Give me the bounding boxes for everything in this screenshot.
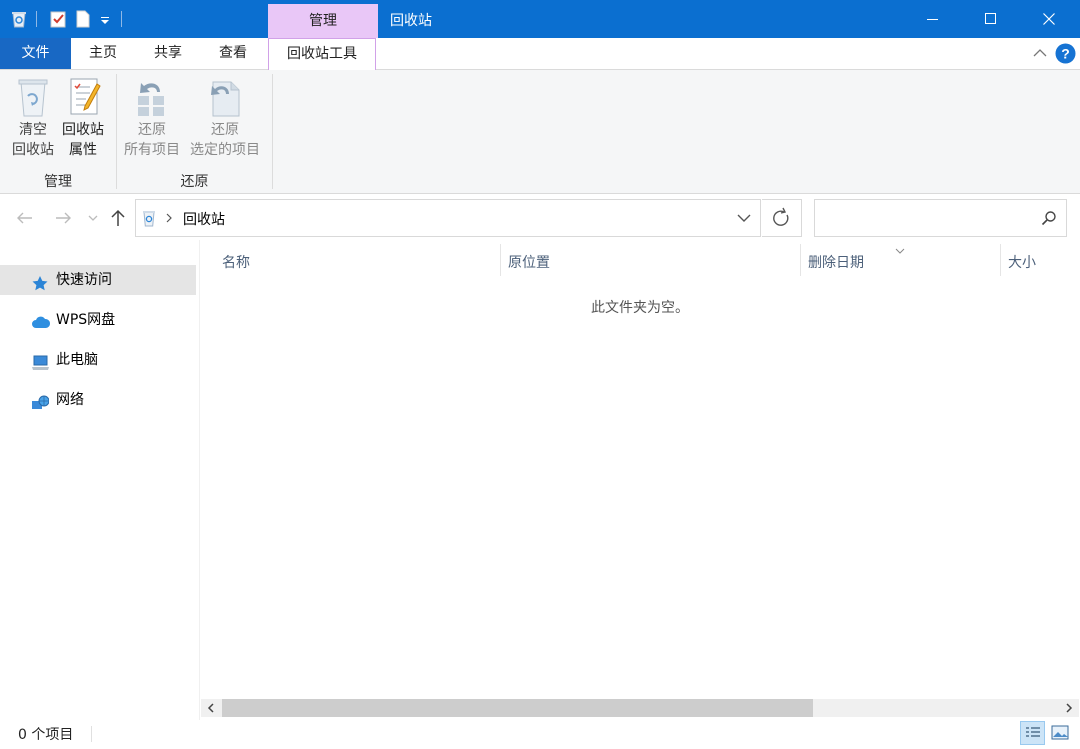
group-label-restore: 还原 bbox=[180, 174, 209, 190]
column-header-original-location[interactable]: 原位置 bbox=[508, 252, 550, 272]
restore-all-items-button[interactable]: 还原 所有项目 bbox=[120, 76, 184, 164]
chevron-down-icon bbox=[88, 215, 98, 221]
status-item-count: 0 个项目 bbox=[18, 727, 74, 743]
empty-recycle-bin-button[interactable]: 清空 回收站 bbox=[6, 76, 60, 164]
back-button[interactable] bbox=[14, 208, 36, 228]
restore-selected-label-2: 选定的项目 bbox=[190, 142, 260, 158]
nav-label-network: 网络 bbox=[56, 392, 84, 408]
context-tab-manage[interactable]: 管理 bbox=[268, 4, 378, 38]
refresh-button[interactable] bbox=[762, 199, 802, 237]
properties-icon bbox=[58, 76, 108, 120]
column-separator[interactable] bbox=[500, 244, 501, 276]
tab-file[interactable]: 文件 bbox=[0, 38, 71, 69]
tab-home[interactable]: 主页 bbox=[78, 38, 128, 69]
minimize-button[interactable] bbox=[904, 0, 962, 38]
large-icons-view-icon bbox=[1051, 725, 1069, 740]
refresh-icon bbox=[773, 207, 789, 226]
recycle-bin-icon[interactable] bbox=[10, 10, 28, 28]
help-icon: ? bbox=[1055, 43, 1076, 64]
address-history-button[interactable] bbox=[728, 200, 760, 236]
search-icon[interactable] bbox=[1041, 210, 1057, 226]
nav-label-quick-access: 快速访问 bbox=[56, 272, 112, 288]
group-label-manage: 管理 bbox=[44, 174, 72, 190]
chevron-down-icon bbox=[737, 214, 751, 222]
nav-item-network[interactable]: 网络 bbox=[0, 385, 196, 415]
customize-toolbar-icon[interactable] bbox=[100, 14, 110, 24]
close-icon bbox=[1043, 13, 1055, 25]
maximize-icon bbox=[985, 13, 996, 24]
chevron-right-icon bbox=[1066, 703, 1073, 713]
recycle-bin-properties-button[interactable]: 回收站 属性 bbox=[58, 76, 108, 164]
details-view-icon bbox=[1026, 727, 1040, 737]
arrow-up-icon bbox=[111, 209, 125, 226]
status-bar bbox=[0, 721, 1080, 749]
new-folder-icon[interactable] bbox=[76, 10, 90, 28]
recycle-bin-icon bbox=[141, 209, 157, 227]
restore-all-label-2: 所有项目 bbox=[124, 142, 180, 158]
empty-recycle-bin-label-2: 回收站 bbox=[12, 142, 54, 158]
arrow-left-icon bbox=[17, 212, 32, 224]
scroll-thumb[interactable] bbox=[222, 699, 813, 717]
address-bar[interactable] bbox=[135, 199, 761, 237]
empty-recycle-bin-icon bbox=[6, 76, 60, 120]
group-separator bbox=[272, 74, 273, 189]
cloud-icon bbox=[31, 312, 51, 328]
search-input[interactable] bbox=[821, 208, 1035, 230]
nav-item-this-pc[interactable]: 此电脑 bbox=[0, 345, 196, 375]
restore-selected-label-1: 还原 bbox=[211, 122, 239, 138]
column-header-name[interactable]: 名称 bbox=[222, 252, 250, 272]
separator bbox=[121, 11, 122, 27]
help-button[interactable]: ? bbox=[1055, 43, 1076, 64]
maximize-button[interactable] bbox=[962, 0, 1020, 38]
properties-label-1: 回收站 bbox=[62, 122, 104, 138]
column-separator[interactable] bbox=[1000, 244, 1001, 276]
arrow-right-icon bbox=[56, 212, 71, 224]
minimize-icon bbox=[927, 19, 938, 20]
nav-label-wps-cloud: WPS网盘 bbox=[56, 312, 116, 328]
details-view-button[interactable] bbox=[1020, 721, 1045, 745]
nav-item-wps-cloud[interactable]: WPS网盘 bbox=[0, 305, 196, 335]
restore-selected-icon bbox=[186, 76, 264, 120]
tab-share[interactable]: 共享 bbox=[143, 38, 193, 69]
search-box[interactable] bbox=[814, 199, 1067, 237]
empty-folder-message: 此文件夹为空。 bbox=[591, 300, 689, 316]
scroll-left-button[interactable] bbox=[203, 701, 219, 715]
scroll-right-button[interactable] bbox=[1061, 701, 1077, 715]
chevron-up-icon bbox=[1033, 49, 1047, 57]
collapse-ribbon-button[interactable] bbox=[1032, 46, 1048, 60]
column-header-size[interactable]: 大小 bbox=[1008, 252, 1036, 272]
large-icons-view-button[interactable] bbox=[1048, 721, 1073, 745]
column-header-date-deleted[interactable]: 删除日期 bbox=[808, 252, 864, 272]
separator bbox=[36, 11, 37, 27]
computer-icon bbox=[31, 352, 49, 370]
breadcrumb-chevron-icon[interactable] bbox=[164, 211, 174, 225]
star-icon bbox=[31, 272, 49, 291]
close-button[interactable] bbox=[1020, 0, 1078, 38]
properties-label-2: 属性 bbox=[69, 142, 97, 158]
status-separator bbox=[91, 726, 92, 742]
up-button[interactable] bbox=[108, 207, 128, 229]
empty-recycle-bin-label-1: 清空 bbox=[19, 122, 47, 138]
window-title: 回收站 bbox=[390, 13, 432, 29]
chevron-left-icon bbox=[207, 703, 214, 713]
nav-label-this-pc: 此电脑 bbox=[56, 352, 98, 368]
sort-descending-icon bbox=[894, 243, 906, 254]
recent-locations-button[interactable] bbox=[86, 212, 100, 224]
restore-all-label-1: 还原 bbox=[138, 122, 166, 138]
network-icon bbox=[31, 392, 50, 409]
nav-item-quick-access[interactable]: 快速访问 bbox=[0, 265, 196, 295]
properties-icon[interactable] bbox=[50, 10, 66, 28]
restore-selected-items-button[interactable]: 还原 选定的项目 bbox=[186, 76, 264, 164]
breadcrumb-recycle-bin[interactable]: 回收站 bbox=[183, 209, 225, 229]
tab-view[interactable]: 查看 bbox=[208, 38, 258, 69]
column-separator[interactable] bbox=[800, 244, 801, 276]
forward-button[interactable] bbox=[52, 208, 74, 228]
tab-recycle-bin-tools[interactable]: 回收站工具 bbox=[268, 38, 376, 70]
restore-all-icon bbox=[120, 76, 184, 120]
svg-text:?: ? bbox=[1061, 46, 1070, 62]
